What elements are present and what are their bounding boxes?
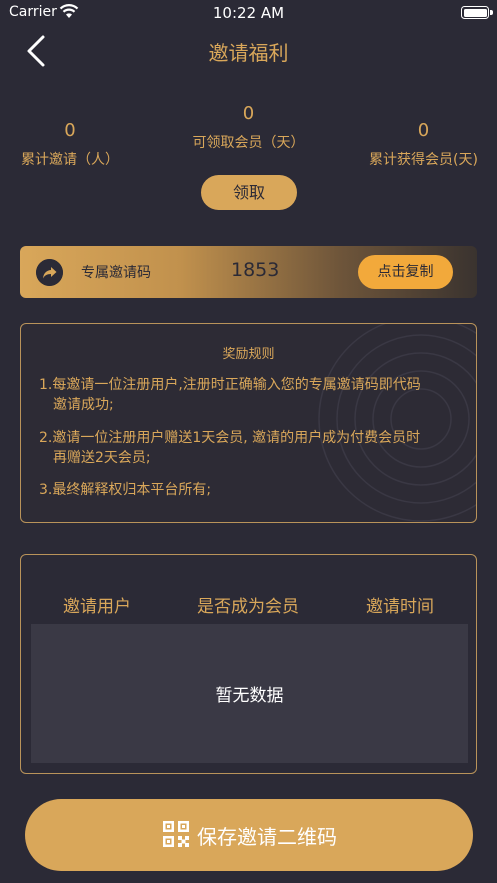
column-header-is-member: 是否成为会员: [197, 597, 299, 617]
status-bar: Carrier 10:22 AM: [0, 0, 497, 26]
invite-code-value: 1853: [231, 259, 280, 281]
stat-label: 累计获得会员(天): [369, 152, 478, 168]
invite-code-card: 专属邀请码 1853 点击复制: [20, 246, 477, 298]
save-qr-label: 保存邀请二维码: [197, 825, 337, 849]
records-list[interactable]: 暂无数据: [31, 624, 468, 763]
invite-code-label: 专属邀请码: [81, 265, 151, 281]
share-arrow-icon: [36, 259, 63, 286]
stat-value: 0: [417, 120, 430, 141]
reward-rules-card: 奖励规则 1.每邀请一位注册用户,注册时正确输入您的专属邀请码即代码 邀请成功;…: [20, 323, 477, 523]
rules-title: 奖励规则: [222, 347, 275, 362]
stat-claimable-member: 0 可领取会员（天）: [160, 103, 337, 152]
qr-code-icon: [163, 821, 189, 847]
rule-line: 1.每邀请一位注册用户,注册时正确输入您的专属邀请码即代码: [39, 377, 421, 393]
stat-label: 可领取会员（天）: [192, 135, 305, 151]
stat-value: 0: [64, 120, 76, 141]
rule-line: 邀请成功;: [53, 397, 114, 413]
battery-tip: [490, 10, 493, 15]
stat-value: 0: [242, 103, 255, 124]
rule-item: 1.每邀请一位注册用户,注册时正确输入您的专属邀请码即代码 邀请成功;: [39, 375, 459, 415]
claim-button[interactable]: 领取: [201, 175, 297, 210]
copy-code-button[interactable]: 点击复制: [358, 255, 453, 289]
rule-line: 2.邀请一位注册用户赠送1天会员, 邀请的用户成为付费会员时: [39, 430, 421, 446]
stat-total-invites: 0 累计邀请（人）: [0, 120, 140, 169]
page-title: 邀请福利: [208, 41, 289, 65]
battery-icon: [461, 6, 489, 19]
rule-line: 再赠送2天会员;: [53, 450, 151, 466]
column-header-invite-time: 邀请时间: [366, 597, 434, 617]
empty-state-text: 暂无数据: [215, 686, 284, 706]
column-header-invited-user: 邀请用户: [63, 597, 131, 617]
stat-total-member-earned: 0 累计获得会员(天): [357, 120, 490, 169]
stat-label: 累计邀请（人）: [21, 152, 119, 168]
nav-bar: 邀请福利: [0, 26, 497, 76]
save-qr-code-button[interactable]: 保存邀请二维码: [25, 799, 473, 871]
rule-item: 3.最终解释权归本平台所有;: [39, 480, 459, 500]
invite-records-card: 邀请用户 是否成为会员 邀请时间 暂无数据: [20, 554, 477, 774]
rule-item: 2.邀请一位注册用户赠送1天会员, 邀请的用户成为付费会员时 再赠送2天会员;: [39, 428, 459, 468]
rule-line: 3.最终解释权归本平台所有;: [39, 482, 212, 498]
clock: 10:22 AM: [212, 4, 285, 22]
